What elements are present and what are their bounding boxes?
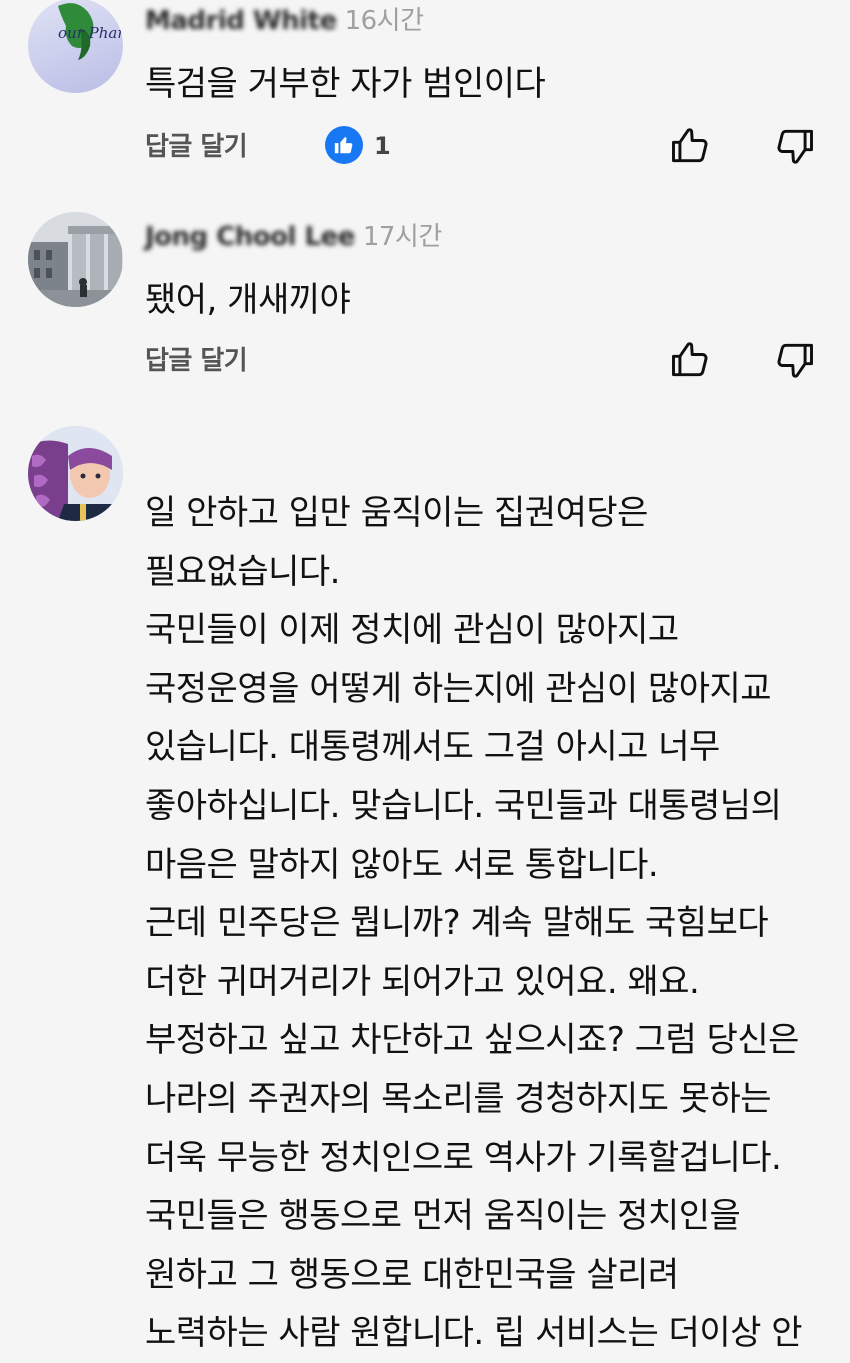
comment-actions: 답글 달기 bbox=[0, 336, 850, 386]
thumbs-down-icon[interactable] bbox=[773, 338, 817, 382]
avatar[interactable] bbox=[28, 426, 123, 521]
comment-text: 됐어, 개새끼야 bbox=[145, 280, 351, 320]
thumbs-up-icon[interactable] bbox=[668, 124, 712, 168]
avatar-caption-line1: our Phantoms bbox=[58, 24, 123, 42]
comment-text-line: 국정운영을 어떻게 하는지에 관심이 많아지교 bbox=[145, 668, 772, 709]
comment-text-line: 더한 귀머거리가 되어가고 있어요. 왜요. bbox=[145, 961, 700, 1002]
comment-text-line: 더욱 무능한 정치인으로 역사가 기록할겁니다. bbox=[145, 1137, 782, 1178]
comment-text: 일 안하고 입만 움직이는 집권여당은 필요없습니다. 국민들이 이제 정치에 … bbox=[145, 484, 802, 1363]
comment-text-line: 일 안하고 입만 움직이는 집권여당은 bbox=[145, 493, 648, 533]
comment-actions: 답글 달기 1 bbox=[0, 122, 850, 172]
avatar[interactable] bbox=[28, 212, 123, 307]
comment-author[interactable]: Madrid White bbox=[145, 6, 337, 36]
avatar-image: our Phantoms bbox=[58, 3, 123, 60]
comment-text-line: 있습니다. 대통령께서도 그걸 아시고 너무 bbox=[145, 727, 720, 768]
comment-text-line: 국민들이 이제 정치에 관심이 많아지고 bbox=[145, 610, 679, 651]
thumbs-up-icon[interactable] bbox=[668, 338, 712, 382]
comment-text: 특검을 거부한 자가 범인이다 bbox=[145, 64, 546, 104]
comment-author[interactable]: Jong Chool Lee bbox=[145, 222, 355, 252]
comment-time: 17시간 bbox=[362, 222, 442, 252]
comment-text-line: 원하고 그 행동으로 대한민국을 살리려 bbox=[145, 1254, 679, 1295]
comment-text-line: 근데 민주당은 뭡니까? 계속 말해도 국힘보다 bbox=[145, 903, 769, 944]
avatar-image bbox=[28, 426, 123, 521]
reply-button[interactable]: 답글 달기 bbox=[145, 122, 248, 172]
comment-meta: Jong Chool Lee 17시간 bbox=[145, 216, 442, 253]
like-count: 1 bbox=[374, 132, 391, 160]
reply-button[interactable]: 답글 달기 bbox=[145, 336, 248, 386]
comment-text-line: 나라의 주권자의 목소리를 경청하지도 못하는 bbox=[145, 1078, 772, 1119]
comment-text-line: 마음은 말하지 않아도 서로 통합니다. bbox=[145, 844, 659, 885]
like-badge-icon bbox=[325, 126, 363, 164]
comment-text-line: 국민들은 행동으로 먼저 움직이는 정치인을 bbox=[145, 1196, 741, 1237]
comment-text-line: 필요없습니다. bbox=[145, 551, 340, 592]
avatar-image bbox=[28, 212, 123, 307]
comment-text-line: 노력하는 사람 원합니다. 립 서비스는 더이상 안 bbox=[145, 1313, 802, 1354]
comment-time: 16시간 bbox=[344, 6, 424, 36]
comment-text-line: 부정하고 싶고 차단하고 싶으시죠? 그럼 당신은 bbox=[145, 1020, 799, 1061]
avatar[interactable]: our Phantoms bbox=[28, 0, 123, 93]
comment-text-line: 좋아하십니다. 맞습니다. 국민들과 대통령님의 bbox=[145, 785, 782, 826]
thumbs-down-icon[interactable] bbox=[773, 124, 817, 168]
comment-meta: Madrid White 16시간 bbox=[145, 0, 424, 37]
comment-meta bbox=[145, 428, 153, 458]
